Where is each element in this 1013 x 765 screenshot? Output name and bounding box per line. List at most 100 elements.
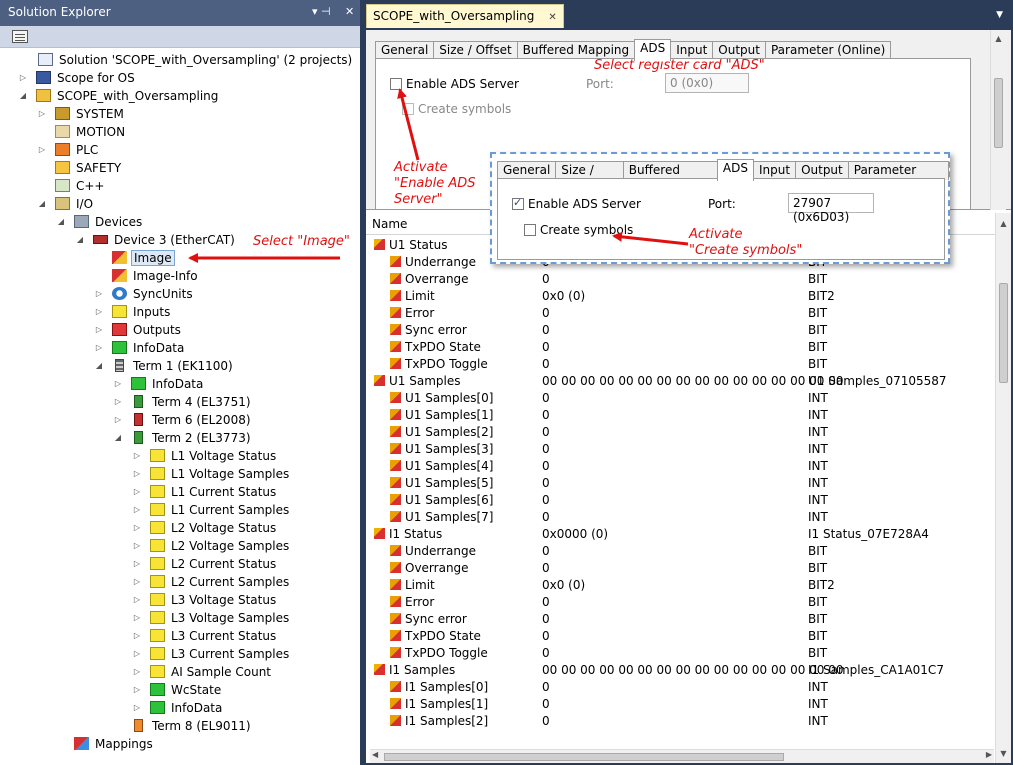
pin-icon[interactable]: ▾ ⊣ [312, 5, 331, 18]
tree-item-mappings[interactable]: Mappings [74, 735, 155, 753]
expand-arrow-icon[interactable]: ▷ [37, 141, 47, 159]
tree-item-term4[interactable]: ▷ Term 4 (EL3751) [115, 393, 253, 411]
table-row[interactable]: TxPDO State 0 BIT [366, 628, 996, 645]
expand-arrow-icon[interactable]: ▷ [94, 339, 104, 357]
tree-item-l3-voltage-status[interactable]: ▷ L3 Voltage Status [134, 591, 278, 609]
tree-item-term6[interactable]: ▷ Term 6 (EL2008) [115, 411, 253, 429]
expand-arrow-icon[interactable]: ▷ [132, 573, 142, 591]
table-row[interactable]: TxPDO Toggle 0 BIT [366, 645, 996, 662]
tree-item-inputs[interactable]: ▷ Inputs [96, 303, 172, 321]
tree-item-l2-current-samples[interactable]: ▷ L2 Current Samples [134, 573, 291, 591]
table-row[interactable]: TxPDO Toggle 0 BIT [366, 356, 996, 373]
expand-arrow-icon[interactable]: ▷ [132, 699, 142, 717]
create-symbols-checkbox[interactable]: Create symbols [402, 102, 511, 116]
tree-item-infodata[interactable]: ▷ InfoData [96, 339, 186, 357]
collapse-arrow-icon[interactable]: ◢ [37, 195, 47, 213]
close-icon[interactable]: ✕ [548, 12, 556, 23]
checkbox-box[interactable] [390, 78, 402, 90]
table-row[interactable]: I1 Status 0x0000 (0) I1 Status_07E728A4 [366, 526, 996, 543]
scroll-up-icon[interactable]: ▲ [991, 34, 1006, 43]
table-row[interactable]: Overrange 0 BIT [366, 560, 996, 577]
table-row[interactable]: U1 Samples[5] 0 INT [366, 475, 996, 492]
collapse-arrow-icon[interactable]: ◢ [113, 429, 123, 447]
table-row[interactable]: I1 Samples[0] 0 INT [366, 679, 996, 696]
tree-item-l1-voltage-samples[interactable]: ▷ L1 Voltage Samples [134, 465, 291, 483]
table-row[interactable]: U1 Samples[7] 0 INT [366, 509, 996, 526]
scroll-up-icon[interactable]: ▲ [996, 219, 1011, 228]
collapse-arrow-icon[interactable]: ◢ [94, 357, 104, 375]
expand-arrow-icon[interactable]: ▷ [113, 393, 123, 411]
table-row[interactable]: U1 Samples[0] 0 INT [366, 390, 996, 407]
expand-arrow-icon[interactable]: ▷ [132, 483, 142, 501]
scrollbar-thumb[interactable] [999, 283, 1008, 383]
table-row[interactable]: Underrange 0 BIT [366, 543, 996, 560]
tree-item-outputs[interactable]: ▷ Outputs [96, 321, 183, 339]
tree-item-device3-ethercat[interactable]: ◢ Device 3 (EtherCAT) [77, 231, 237, 249]
checkbox-checked[interactable] [512, 196, 524, 210]
tree-item-io[interactable]: ◢ I/O [39, 195, 95, 213]
table-row[interactable]: Limit 0x0 (0) BIT2 [366, 577, 996, 594]
expand-arrow-icon[interactable]: ▷ [132, 447, 142, 465]
expand-arrow-icon[interactable]: ▷ [94, 285, 104, 303]
table-row[interactable]: Error 0 BIT [366, 305, 996, 322]
scroll-left-icon[interactable]: ◀ [372, 750, 378, 759]
tree-item-scope-for-os[interactable]: ▷ Scope for OS [20, 69, 137, 87]
table-row[interactable]: U1 Samples 00 00 00 00 00 00 00 00 00 00 … [366, 373, 996, 390]
table-row[interactable]: Sync error 0 BIT [366, 322, 996, 339]
tree-item-motion[interactable]: MOTION [55, 123, 127, 141]
expand-arrow-icon[interactable]: ▷ [132, 537, 142, 555]
table-row[interactable]: U1 Samples[2] 0 INT [366, 424, 996, 441]
tree-item-l1-voltage-status[interactable]: ▷ L1 Voltage Status [134, 447, 278, 465]
tree-item-scope-with-oversampling[interactable]: ◢ SCOPE_with_Oversampling [20, 87, 220, 105]
scrollbar-thumb[interactable] [384, 753, 784, 761]
horizontal-scrollbar[interactable]: ◀ ▶ [370, 749, 994, 763]
expand-arrow-icon[interactable]: ▷ [132, 465, 142, 483]
table-row[interactable]: TxPDO State 0 BIT [366, 339, 996, 356]
list-scrollbar[interactable]: ▲ ▼ [995, 213, 1011, 763]
expand-arrow-icon[interactable]: ▷ [132, 501, 142, 519]
expand-arrow-icon[interactable]: ▷ [18, 69, 28, 87]
tree-item-l1-current-samples[interactable]: ▷ L1 Current Samples [134, 501, 291, 519]
popup-port-field[interactable]: 27907 (0x6D03) [788, 193, 874, 224]
chevron-down-icon[interactable]: ▼ [996, 10, 1003, 20]
table-row[interactable]: I1 Samples[1] 0 INT [366, 696, 996, 713]
expand-arrow-icon[interactable]: ▷ [132, 627, 142, 645]
tab-ads[interactable]: ADS [634, 39, 672, 61]
collapse-arrow-icon[interactable]: ◢ [75, 231, 85, 249]
popup-tab-ads[interactable]: ADS [716, 159, 754, 181]
table-row[interactable]: U1 Samples[1] 0 INT [366, 407, 996, 424]
table-row[interactable]: U1 Samples[6] 0 INT [366, 492, 996, 509]
tree-item-l1-current-status[interactable]: ▷ L1 Current Status [134, 483, 278, 501]
tree-item-term1-infodata[interactable]: ▷ InfoData [115, 375, 205, 393]
tree-item-syncunits[interactable]: ▷ SyncUnits [96, 285, 195, 303]
table-row[interactable]: Overrange 0 BIT [366, 271, 996, 288]
properties-icon[interactable] [12, 30, 28, 43]
expand-arrow-icon[interactable]: ▷ [113, 375, 123, 393]
table-row[interactable]: Limit 0x0 (0) BIT2 [366, 288, 996, 305]
tree-item-plc[interactable]: ▷ PLC [39, 141, 100, 159]
column-header-name[interactable]: Name [372, 217, 407, 231]
tree-item-l3-current-status[interactable]: ▷ L3 Current Status [134, 627, 278, 645]
expand-arrow-icon[interactable]: ▷ [113, 411, 123, 429]
tree-item-l3-voltage-samples[interactable]: ▷ L3 Voltage Samples [134, 609, 291, 627]
collapse-arrow-icon[interactable]: ◢ [18, 87, 28, 105]
expand-arrow-icon[interactable]: ▷ [132, 645, 142, 663]
expand-arrow-icon[interactable]: ▷ [132, 519, 142, 537]
properties-scrollbar[interactable]: ▲ [990, 30, 1006, 210]
table-row[interactable]: U1 Samples[3] 0 INT [366, 441, 996, 458]
collapse-arrow-icon[interactable]: ◢ [56, 213, 66, 231]
table-row[interactable]: I1 Samples[2] 0 INT [366, 713, 996, 730]
scroll-right-icon[interactable]: ▶ [986, 750, 992, 759]
popup-create-symbols-checkbox[interactable]: Create symbols [524, 223, 633, 237]
tree-item-term2-infodata[interactable]: ▷ InfoData [134, 699, 224, 717]
tree-item-wcstate[interactable]: ▷ WcState [134, 681, 223, 699]
tree-item-term2[interactable]: ◢ Term 2 (EL3773) [115, 429, 253, 447]
tree-item-l3-current-samples[interactable]: ▷ L3 Current Samples [134, 645, 291, 663]
expand-arrow-icon[interactable]: ▷ [132, 555, 142, 573]
expand-arrow-icon[interactable]: ▷ [94, 303, 104, 321]
tree-item-l2-voltage-status[interactable]: ▷ L2 Voltage Status [134, 519, 278, 537]
expand-arrow-icon[interactable]: ▷ [132, 591, 142, 609]
tree-item-image-info[interactable]: Image-Info [112, 267, 200, 285]
popup-enable-ads-checkbox[interactable]: Enable ADS Server [512, 196, 641, 211]
table-row[interactable]: I1 Samples 00 00 00 00 00 00 00 00 00 00 … [366, 662, 996, 679]
